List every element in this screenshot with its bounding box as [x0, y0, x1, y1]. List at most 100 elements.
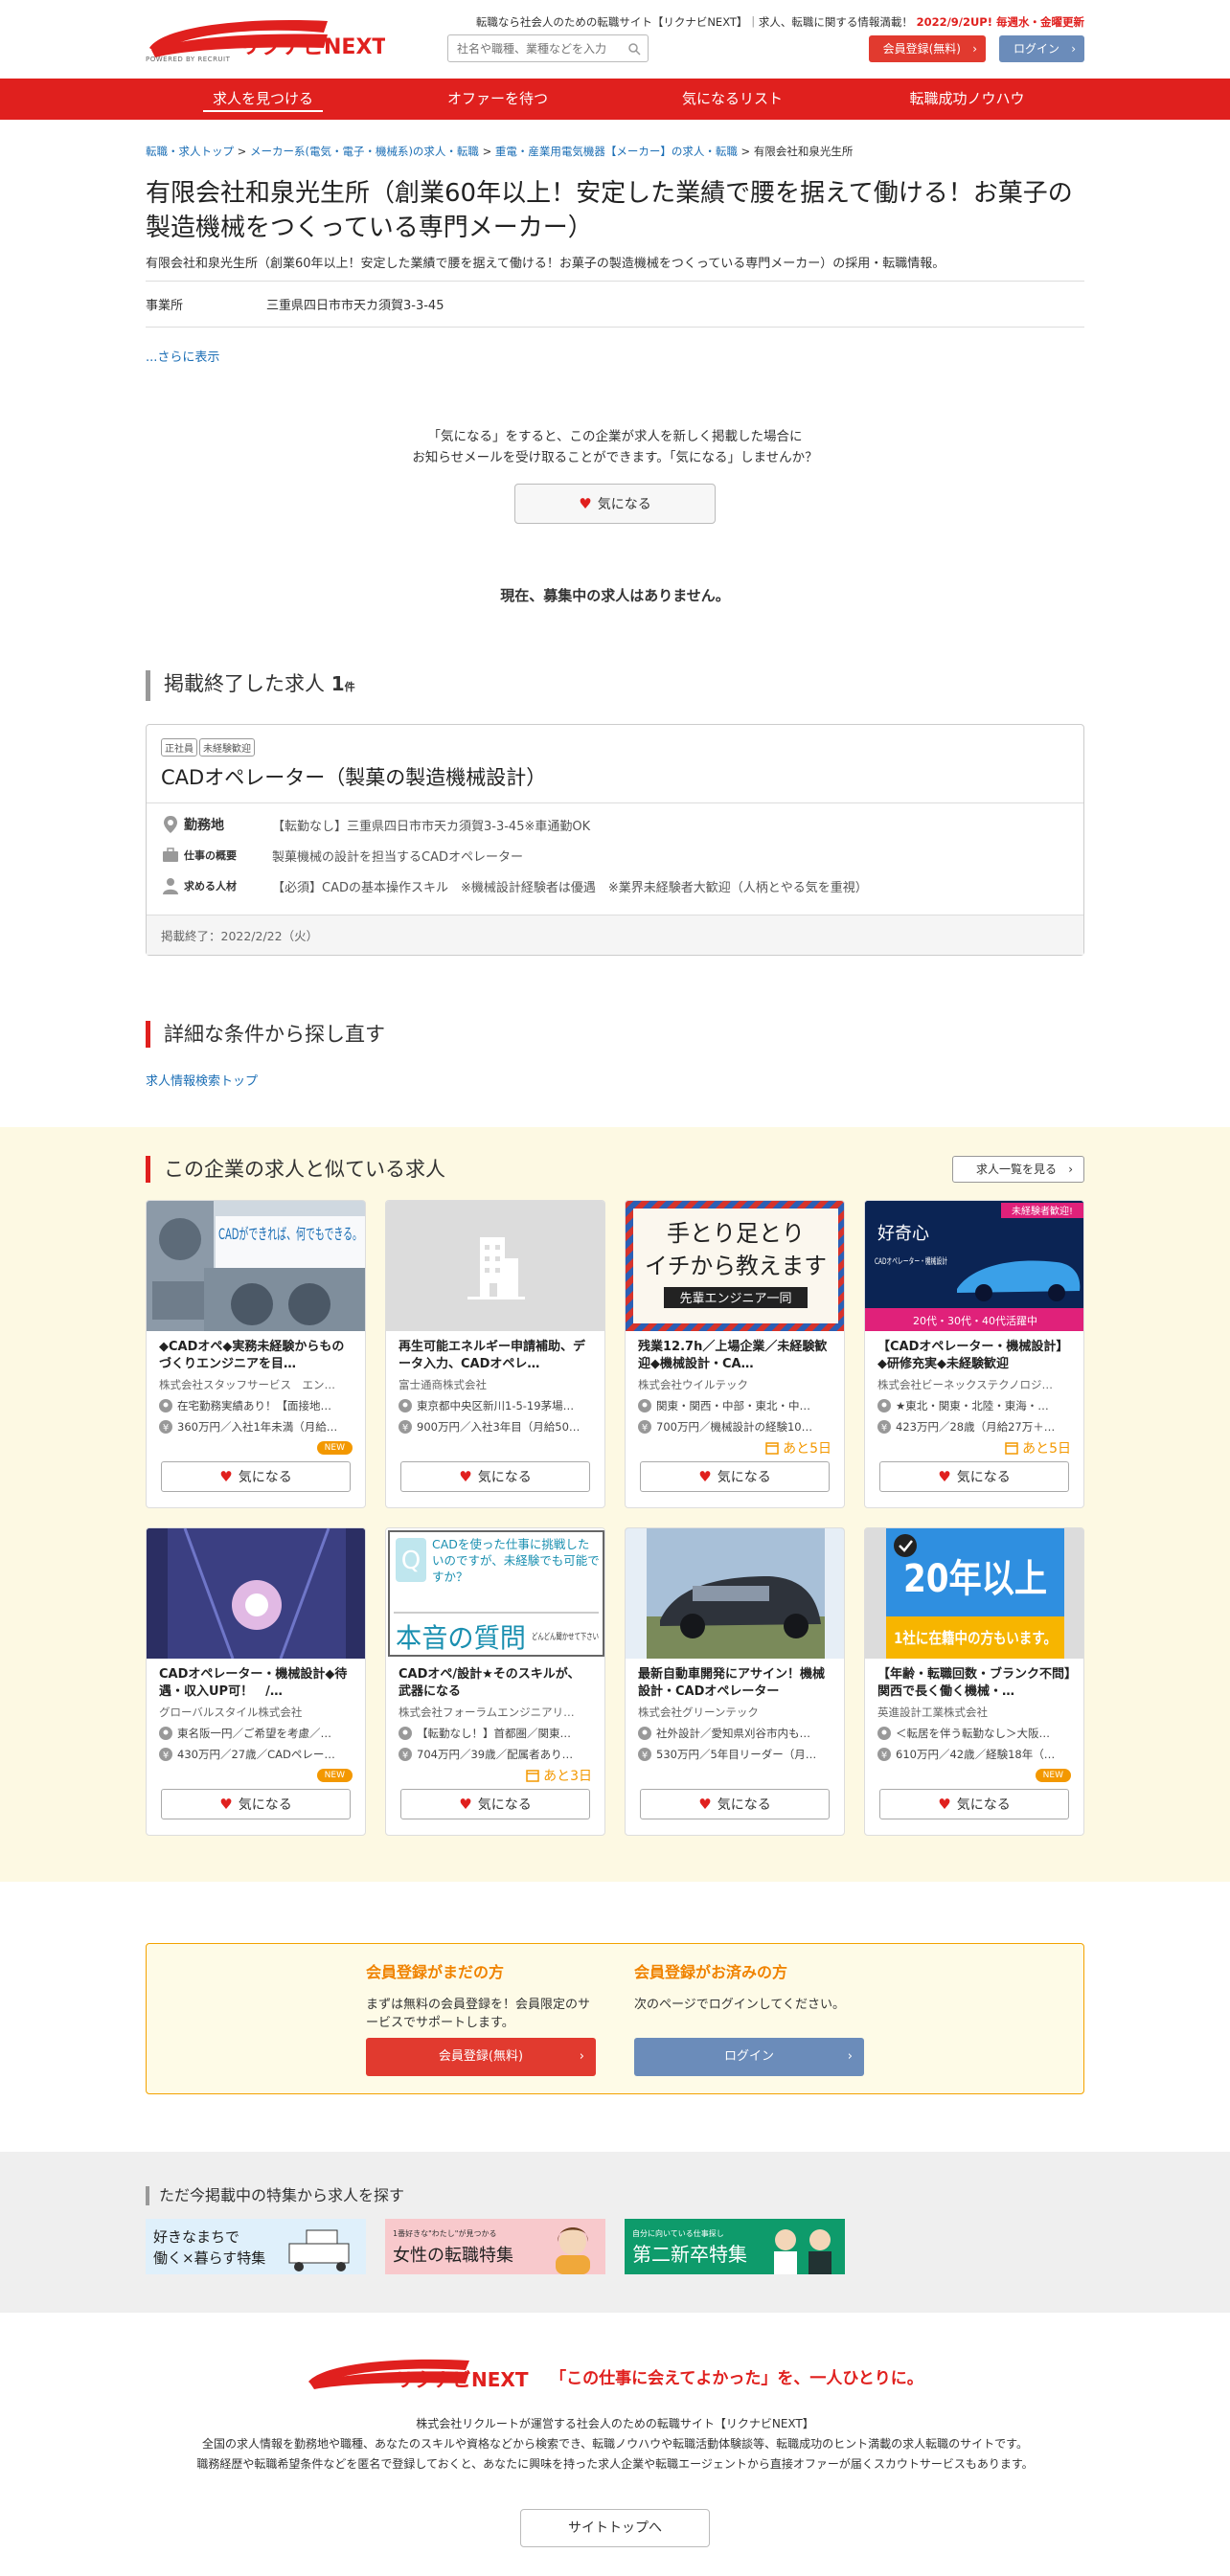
- heart-icon: ♥: [579, 495, 592, 512]
- job-card-company: グローバルスタイル株式会社: [159, 1706, 303, 1719]
- job-card-salary: ¥430万円／27歳／CADペレー…: [159, 1747, 353, 1762]
- job-image-suv: [626, 1528, 844, 1659]
- job-image-text: 20代・30代・40代活躍中: [913, 1315, 1037, 1327]
- member-register-button[interactable]: 会員登録(無料) ›: [366, 2038, 596, 2076]
- detail-search-heading: 詳細な条件から探し直す: [146, 1021, 1084, 1048]
- chevron-right-icon: ›: [1068, 1163, 1073, 1176]
- job-card-company: 株式会社グリーンテック: [638, 1706, 759, 1719]
- search-icon[interactable]: [627, 42, 641, 56]
- login-label: ログイン: [1013, 42, 1059, 56]
- favorite-line: お知らせメールを受け取ることができます。「気になる」しませんか？: [412, 450, 818, 465]
- member-right-text: 次のページでログインしてください。: [634, 1998, 845, 2012]
- job-list-button[interactable]: 求人一覧を見る ›: [951, 1156, 1084, 1183]
- features-heading: ただ今掲載中の特集から求人を探す: [146, 2186, 1084, 2205]
- job-card[interactable]: CADオペレーター・機械設計◆待遇・収入UP可！ /… グローバルスタイル株式会…: [146, 1527, 366, 1836]
- job-card-location: ＜転居を伴う転勤なし＞大阪…: [877, 1726, 1071, 1741]
- member-right-heading: 会員登録がお済みの方: [634, 1963, 788, 1981]
- job-card[interactable]: 最新自動車開発にアサイン！機械設計・CADオペレーター 株式会社グリーンテック …: [625, 1527, 845, 1836]
- job-card-title: 残業12.7h／上場企業／未経験歓迎◆機械設計・CA…: [638, 1340, 828, 1371]
- job-card[interactable]: 手とり足とり イチから教えます 先輩エンジニア一同 残業12.7h／上場企業／未…: [625, 1200, 845, 1508]
- job-card[interactable]: 20年以上 1社に在籍中の方もいます。 【年齢・転職回数・ブランク不問】関西で長…: [864, 1527, 1084, 1836]
- job-card[interactable]: 再生可能エネルギー申請補助、データ入力、CADオペレ… 富士通商株式会社 東京都…: [385, 1200, 605, 1508]
- job-card[interactable]: 20代・30代・40代活躍中 未経験者歓迎! 好奇心 CADオペレーター・機械設…: [864, 1200, 1084, 1508]
- job-image-text: 1社に在籍中の方もいます。: [894, 1629, 1057, 1647]
- footer-logo-text: リクナビNEXT: [395, 2368, 529, 2391]
- tagline-update: 2022/9/2UP! 毎週水・金曜更新: [916, 15, 1084, 29]
- favorite-company-button[interactable]: ♥ 気になる: [514, 484, 716, 524]
- features-section: ただ今掲載中の特集から求人を探す 好きなまちで 働く×暮らす特集 1番好きな"わ…: [0, 2152, 1230, 2313]
- job-card-location: 関東・関西・中部・東北・中…: [638, 1398, 831, 1413]
- briefcase-icon: [163, 847, 178, 862]
- remaining-days-text: あと5日: [783, 1441, 831, 1457]
- site-top-button[interactable]: サイトトップへ: [520, 2509, 710, 2547]
- heart-icon: ♥: [698, 1796, 712, 1813]
- job-card-location: 東京都中央区新川1-5-19茅場…: [399, 1398, 592, 1413]
- calendar-icon: [526, 1770, 539, 1782]
- ended-jobs-heading: 掲載終了した求人 1件: [146, 670, 1084, 701]
- remaining-days-text: あと5日: [1022, 1441, 1071, 1457]
- member-left-text: まずは無料の会員登録を！会員限定のサービスでサポートします。: [366, 1998, 591, 2030]
- banner-women[interactable]: 1番好きな"わたし"が見つかる 女性の転職特集: [385, 2219, 605, 2274]
- job-thumbnail: CADができれば、何でもできる。: [147, 1201, 365, 1331]
- remaining-days-text: あと3日: [543, 1769, 592, 1784]
- favorite-label: 気になる: [717, 1470, 771, 1485]
- location-row: 勤務地 【転勤なし】三重県四日市市天カ須賀3-3-45※車通勤OK: [161, 815, 1069, 834]
- search-top-link[interactable]: 求人情報検索トップ: [146, 1071, 1084, 1089]
- job-card-location: 在宅勤務実績あり！【面接地…: [159, 1398, 353, 1413]
- person-icon: [163, 878, 178, 894]
- footer-logo[interactable]: リクナビNEXT: [307, 2357, 536, 2395]
- footer-line: 株式会社リクルートが運営する社会人のための転職サイト【リクナビNEXT】: [416, 2417, 814, 2430]
- favorite-button[interactable]: ♥ 気になる: [640, 1789, 830, 1819]
- job-card[interactable]: CADができれば、何でもできる。 ◆CADオペ◆実務未経験からものづくりエンジニ…: [146, 1200, 366, 1508]
- ended-jobs-unit: 件: [344, 681, 355, 693]
- favorite-button[interactable]: ♥ 気になる: [879, 1789, 1069, 1819]
- banner-local-life[interactable]: 好きなまちで 働く×暮らす特集: [146, 2219, 366, 2274]
- nav-find-jobs[interactable]: 求人を見つける: [146, 79, 380, 120]
- job-image-text: CADができれば、何でもできる。: [218, 1225, 362, 1243]
- job-card-location-text: ★東北・関東・北陸・東海・…: [896, 1399, 1049, 1412]
- job-card[interactable]: Q CADを使った仕事に挑戦したいのですが、未経験でも可能ですか？ 本音の質問 …: [385, 1527, 605, 1836]
- job-image-20years: 20年以上 1社に在籍中の方もいます。: [865, 1528, 1083, 1659]
- member-login-button[interactable]: ログイン ›: [634, 2038, 864, 2076]
- favorite-button[interactable]: ♥ 気になる: [640, 1461, 830, 1492]
- member-register-label: 会員登録(無料): [438, 2049, 524, 2064]
- job-card-location: 【転勤なし！】首都圏／関東…: [399, 1726, 592, 1741]
- svg-text:¥: ¥: [642, 1423, 648, 1434]
- nav-wait-offer[interactable]: オファーを待つ: [380, 79, 615, 120]
- new-badge: NEW: [1035, 1769, 1071, 1782]
- favorite-button[interactable]: ♥ 気になる: [400, 1789, 590, 1819]
- favorite-button[interactable]: ♥ 気になる: [879, 1461, 1069, 1492]
- job-card-location-text: 東名阪一円／ご希望を考慮／…: [177, 1727, 331, 1740]
- breadcrumb-link[interactable]: メーカー系(電気・電子・機械系)の求人・転職: [250, 145, 479, 158]
- job-image-text: 20年以上: [903, 1557, 1047, 1601]
- job-card-company: 英進設計工業株式会社: [877, 1706, 988, 1719]
- banner-second-new-grad[interactable]: 自分に向いている仕事探し 第二新卒特集: [625, 2219, 845, 2274]
- job-card-location-text: 関東・関西・中部・東北・中…: [656, 1399, 810, 1412]
- job-image-text: CADオペレーター・機械設計: [875, 1255, 947, 1267]
- job-card-location: 東名阪一円／ご希望を考慮／…: [159, 1726, 353, 1741]
- favorite-button[interactable]: ♥ 気になる: [400, 1461, 590, 1492]
- nav-knowhow[interactable]: 転職成功ノウハウ: [850, 79, 1084, 120]
- office-value: 三重県四日市市天カ須賀3-3-45: [266, 299, 444, 313]
- ended-job-card[interactable]: 正社員 未経験歓迎 CADオペレーター（製菓の製造機械設計） 勤務地 【転勤なし】…: [146, 724, 1084, 956]
- breadcrumb-link[interactable]: 転職・求人トップ: [146, 145, 234, 158]
- show-more-link[interactable]: ...さらに表示: [146, 347, 1084, 365]
- heart-icon: ♥: [219, 1468, 233, 1485]
- login-button[interactable]: ログイン ›: [998, 35, 1084, 62]
- register-button[interactable]: 会員登録(無料) ›: [868, 35, 986, 62]
- search-input[interactable]: [447, 34, 649, 62]
- chevron-right-icon: ›: [847, 2049, 853, 2064]
- page-title: 有限会社和泉光生所（創業60年以上！安定した業績で腰を据えて働ける！お菓子の製造…: [146, 179, 1073, 242]
- banner-text: 女性の転職特集: [393, 2246, 513, 2266]
- svg-text:Q: Q: [401, 1547, 421, 1575]
- job-card-title: CADオペ/設計★そのスキルが、武器になる: [399, 1667, 581, 1699]
- ended-jobs-title: 掲載終了した求人: [164, 672, 325, 695]
- ended-job-title[interactable]: CADオペレーター（製菓の製造機械設計）: [161, 762, 1069, 791]
- calendar-icon: [765, 1442, 779, 1455]
- nav-favorite-list[interactable]: 気になるリスト: [615, 79, 850, 120]
- favorite-button[interactable]: ♥ 気になる: [161, 1461, 351, 1492]
- breadcrumb-link[interactable]: 重電・産業用電気機器【メーカー】の求人・転職: [495, 145, 738, 158]
- location-pin-icon: [159, 1727, 172, 1740]
- favorite-button[interactable]: ♥ 気になる: [161, 1789, 351, 1819]
- office-label: 事業所: [146, 299, 184, 313]
